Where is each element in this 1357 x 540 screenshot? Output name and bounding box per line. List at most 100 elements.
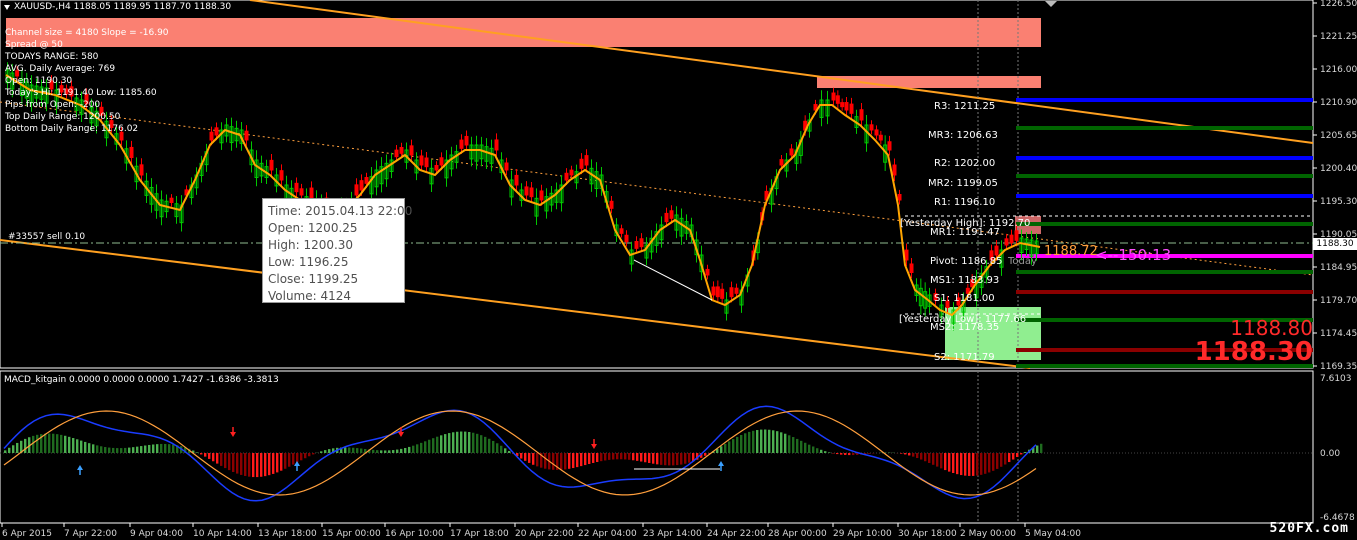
candle-body bbox=[294, 182, 299, 193]
info-line: Open: 1190.30 bbox=[5, 76, 73, 86]
macd-bar bbox=[1036, 445, 1039, 453]
time-tick-label: 24 Apr 22:00 bbox=[707, 529, 766, 539]
candle-body bbox=[887, 141, 892, 151]
macd-bar bbox=[780, 432, 783, 453]
macd-bar bbox=[980, 453, 983, 475]
candle-body bbox=[399, 147, 404, 154]
info-line: Channel size = 4180 Slope = -16.90 bbox=[5, 28, 169, 38]
candle-body bbox=[849, 103, 854, 114]
candle-body bbox=[524, 186, 529, 196]
macd-bar bbox=[596, 453, 599, 463]
macd-bar bbox=[260, 453, 263, 477]
macd-bar bbox=[476, 433, 479, 453]
macd-bar bbox=[440, 435, 443, 453]
tooltip-volume: Volume: 4124 bbox=[268, 289, 352, 303]
candle-body bbox=[504, 162, 509, 171]
macd-bar bbox=[532, 453, 535, 465]
macd-bar bbox=[244, 453, 247, 476]
price-tick-label: 1216.00 bbox=[1320, 65, 1357, 75]
macd-bar bbox=[448, 433, 451, 453]
candle-body bbox=[364, 177, 369, 184]
macd-bar bbox=[12, 445, 15, 453]
macd-bar bbox=[352, 447, 355, 453]
macd-bar bbox=[264, 453, 267, 477]
macd-bar bbox=[604, 453, 607, 461]
order-label[interactable]: #33557 sell 0.10 bbox=[8, 232, 85, 242]
candle-body bbox=[892, 164, 897, 176]
macd-bar bbox=[436, 436, 439, 453]
macd-bar bbox=[1008, 453, 1011, 463]
macd-bar bbox=[72, 438, 75, 453]
symbol-quote: XAUUSD-,H4 1188.05 1189.95 1187.70 1188.… bbox=[14, 2, 232, 12]
bid-price: 1188.30 bbox=[1194, 337, 1313, 367]
candle-body bbox=[244, 130, 249, 141]
macd-bar bbox=[408, 446, 411, 453]
macd-bar bbox=[396, 449, 399, 453]
macd-bar bbox=[232, 453, 235, 472]
macd-bar bbox=[76, 439, 79, 453]
price-tick-label: 1226.50 bbox=[1320, 0, 1357, 9]
candle-tooltip: Time: 2015.04.13 22:00 Open: 1200.25 Hig… bbox=[262, 198, 412, 303]
macd-bar bbox=[1004, 453, 1007, 465]
macd-bar bbox=[680, 453, 683, 465]
macd-bar bbox=[764, 429, 767, 453]
macd-bar bbox=[160, 443, 163, 453]
label-mr1: MR1: 1191.47 bbox=[930, 227, 1000, 238]
candle-body bbox=[779, 159, 784, 166]
macd-bar bbox=[624, 453, 627, 460]
macd-bar bbox=[912, 453, 915, 457]
candle-body bbox=[609, 200, 614, 209]
candle-body bbox=[129, 146, 134, 158]
chart-canvas[interactable]: 1226.50 1221.25 1216.00 1210.90 1205.65 1200.… bbox=[0, 0, 1357, 540]
candle-body bbox=[394, 149, 399, 158]
macd-bar bbox=[956, 453, 959, 475]
candle-body bbox=[669, 210, 674, 219]
candle-body bbox=[720, 288, 725, 299]
candle-body bbox=[569, 169, 574, 176]
chart-shift-handle-icon[interactable] bbox=[1045, 1, 1057, 7]
macd-bar bbox=[140, 446, 143, 453]
candle-body bbox=[831, 92, 836, 101]
macd-bar bbox=[432, 438, 435, 453]
macd-bar bbox=[584, 453, 587, 466]
time-tick-label: 22 Apr 04:00 bbox=[578, 529, 637, 539]
macd-bar bbox=[216, 453, 219, 464]
supply-zone-small bbox=[817, 76, 1041, 88]
macd-bar bbox=[740, 435, 743, 453]
candle-body bbox=[994, 245, 999, 256]
macd-bar bbox=[804, 442, 807, 453]
macd-bar bbox=[572, 453, 575, 469]
macd-bar bbox=[204, 453, 207, 457]
macd-bar bbox=[52, 433, 55, 453]
macd-bar bbox=[256, 453, 259, 478]
macd-bar bbox=[356, 448, 359, 453]
chart-header: XAUUSD-,H4 1188.05 1189.95 1187.70 1188.… bbox=[4, 2, 231, 12]
macd-bar bbox=[792, 437, 795, 453]
macd-bar bbox=[64, 435, 67, 453]
macd-bar bbox=[412, 445, 415, 453]
label-r1: R1: 1196.10 bbox=[934, 197, 996, 208]
macd-bar bbox=[852, 453, 855, 456]
arrow-down-icon bbox=[398, 432, 404, 437]
candle-body bbox=[789, 148, 794, 156]
macd-bar bbox=[952, 453, 955, 473]
price-tick-label: 1205.65 bbox=[1320, 131, 1357, 141]
macd-bar bbox=[580, 453, 583, 467]
price-tick-label: 1210.90 bbox=[1320, 98, 1357, 108]
macd-bar bbox=[536, 453, 539, 467]
macd-bar bbox=[784, 433, 787, 453]
candle-body bbox=[354, 184, 359, 196]
arrow-up-icon bbox=[718, 461, 724, 466]
time-tick-label: 17 Apr 18:00 bbox=[450, 529, 509, 539]
macd-bar bbox=[816, 448, 819, 453]
label-r2: R2: 1202.00 bbox=[934, 158, 996, 169]
time-tick-label: 29 Apr 10:00 bbox=[833, 529, 892, 539]
label-today: Today bbox=[1008, 256, 1037, 267]
macd-bar bbox=[848, 453, 851, 456]
info-line: AVG. Daily Average: 769 bbox=[5, 64, 116, 74]
macd-bar bbox=[152, 444, 155, 453]
macd-bar bbox=[576, 453, 579, 468]
label-s2: S2: 1171.79 bbox=[934, 352, 995, 363]
watermark-logo: 520FX.com bbox=[1269, 521, 1349, 536]
macd-bar bbox=[496, 443, 499, 453]
